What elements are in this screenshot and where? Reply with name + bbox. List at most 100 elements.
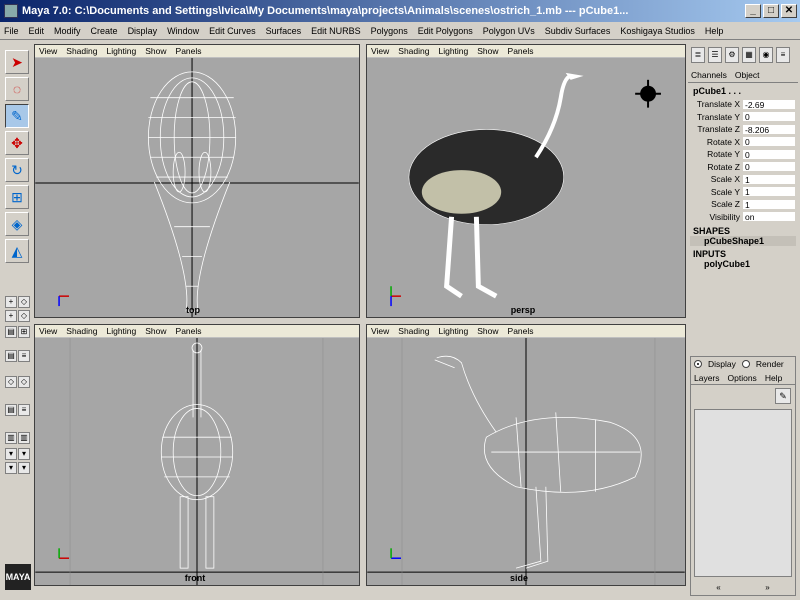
selected-object-name[interactable]: pCube1 . . .	[690, 86, 796, 98]
render-icon[interactable]: ◉	[759, 47, 773, 63]
layout-icon-k[interactable]: ▥	[5, 432, 17, 444]
front-view-canvas[interactable]	[35, 338, 359, 585]
layer-editor-icon[interactable]: ▦	[742, 47, 756, 63]
layout-icon-n[interactable]: ▾	[18, 448, 30, 460]
vp-menu-lighting[interactable]: Lighting	[106, 46, 136, 56]
vp-menu-view[interactable]: View	[371, 326, 389, 336]
layout-icon-i[interactable]: ▤	[5, 404, 17, 416]
attr-value[interactable]: -2.69	[742, 98, 796, 110]
close-button[interactable]: ✕	[781, 4, 797, 18]
layout-icon-j[interactable]: ≡	[18, 404, 30, 416]
select-tool-icon[interactable]: ➤	[5, 50, 29, 74]
attr-row[interactable]: Rotate X0	[690, 136, 796, 149]
attr-row[interactable]: Translate Z -8.206	[690, 123, 796, 136]
vp-menu-show[interactable]: Show	[477, 326, 498, 336]
attr-row[interactable]: Translate Y0	[690, 111, 796, 124]
lasso-tool-icon[interactable]: ◌	[5, 77, 29, 101]
attr-value[interactable]: 1	[742, 198, 796, 210]
side-view-canvas[interactable]	[367, 338, 685, 585]
vp-menu-shading[interactable]: Shading	[66, 46, 97, 56]
vp-menu-lighting[interactable]: Lighting	[438, 46, 468, 56]
shape-node[interactable]: pCubeShape1	[690, 236, 796, 246]
menu-subdiv-surfaces[interactable]: Subdiv Surfaces	[545, 26, 611, 36]
menu-edit-polygons[interactable]: Edit Polygons	[418, 26, 473, 36]
vp-menu-view[interactable]: View	[39, 46, 57, 56]
new-layer-icon[interactable]: ✎	[775, 388, 791, 404]
attr-value[interactable]: 1	[742, 173, 796, 185]
menu-file[interactable]: File	[4, 26, 19, 36]
menu-polygons[interactable]: Polygons	[371, 26, 408, 36]
vp-menu-lighting[interactable]: Lighting	[438, 326, 468, 336]
attr-value[interactable]: -8.206	[742, 123, 796, 135]
scroll-right-button[interactable]: »	[765, 583, 769, 593]
attr-row[interactable]: Scale Y1	[690, 186, 796, 199]
menu-display[interactable]: Display	[128, 26, 158, 36]
paint-select-tool-icon[interactable]: ✎	[5, 104, 29, 128]
rotate-tool-icon[interactable]: ↻	[5, 158, 29, 182]
viewport-top[interactable]: View Shading Lighting Show Panels top	[34, 44, 360, 318]
maximize-button[interactable]: □	[763, 4, 779, 18]
vp-menu-panels[interactable]: Panels	[176, 46, 202, 56]
tab-object[interactable]: Object	[735, 70, 760, 82]
attr-value[interactable]: 1	[742, 186, 796, 198]
tool-settings-icon[interactable]: ⚙	[725, 47, 739, 63]
menu-window[interactable]: Window	[167, 26, 199, 36]
attr-row[interactable]: Scale Z1	[690, 198, 796, 211]
settings-icon[interactable]: ≡	[776, 47, 790, 63]
menu-help[interactable]: Help	[705, 26, 724, 36]
menu-polygon-uvs[interactable]: Polygon UVs	[483, 26, 535, 36]
attr-row[interactable]: Visibility on	[690, 211, 796, 224]
single-pane-icon[interactable]: +	[5, 296, 17, 308]
scale-tool-icon[interactable]: ⊞	[5, 185, 29, 209]
attr-value[interactable]: 0	[742, 136, 796, 148]
vp-menu-show[interactable]: Show	[145, 46, 166, 56]
layout-icon-h[interactable]: ◇	[18, 376, 30, 388]
attr-value[interactable]: 0	[742, 111, 796, 123]
vp-menu-shading[interactable]: Shading	[398, 46, 429, 56]
vp-menu-panels[interactable]: Panels	[176, 326, 202, 336]
attr-value[interactable]: on	[742, 211, 796, 223]
universal-manip-icon[interactable]: ◈	[5, 212, 29, 236]
layout-icon-a[interactable]: +	[5, 310, 17, 322]
vp-menu-show[interactable]: Show	[145, 326, 166, 336]
vp-menu-shading[interactable]: Shading	[398, 326, 429, 336]
attribute-editor-icon[interactable]: ☰	[708, 47, 722, 63]
menu-surfaces[interactable]: Surfaces	[266, 26, 302, 36]
layout-icon-f[interactable]: ≡	[18, 350, 30, 362]
attr-value[interactable]: 0	[742, 161, 796, 173]
vp-menu-shading[interactable]: Shading	[66, 326, 97, 336]
render-radio[interactable]	[741, 360, 750, 368]
viewport-persp[interactable]: View Shading Lighting Show Panels persp	[366, 44, 686, 318]
menu-modify[interactable]: Modify	[54, 26, 81, 36]
layout-icon-d[interactable]: ⊞	[18, 326, 30, 338]
vp-menu-show[interactable]: Show	[477, 46, 498, 56]
display-radio[interactable]	[694, 360, 702, 368]
attr-row[interactable]: Rotate Z0	[690, 161, 796, 174]
vp-menu-panels[interactable]: Panels	[508, 46, 534, 56]
attr-value[interactable]: 0	[742, 148, 796, 160]
menu-edit[interactable]: Edit	[29, 26, 45, 36]
layout-icon-m[interactable]: ▾	[5, 448, 17, 460]
vp-menu-lighting[interactable]: Lighting	[106, 326, 136, 336]
top-view-canvas[interactable]	[35, 58, 359, 317]
menu-koshigaya-studios[interactable]: Koshigaya Studios	[620, 26, 695, 36]
viewport-front[interactable]: View Shading Lighting Show Panels front	[34, 324, 360, 586]
layer-menu-layers[interactable]: Layers	[694, 373, 720, 383]
four-pane-icon[interactable]: ◇	[18, 296, 30, 308]
move-tool-icon[interactable]: ✥	[5, 131, 29, 155]
layout-icon-b[interactable]: ◇	[18, 310, 30, 322]
attr-row[interactable]: Translate X -2.69	[690, 98, 796, 111]
layout-icon-o[interactable]: ▾	[5, 462, 17, 474]
layout-icon-e[interactable]: ▤	[5, 350, 17, 362]
layer-list[interactable]	[694, 409, 792, 577]
soft-mod-icon[interactable]: ◭	[5, 239, 29, 263]
layout-icon-c[interactable]: ▤	[5, 326, 17, 338]
tab-channels[interactable]: Channels	[691, 70, 727, 82]
layer-menu-help[interactable]: Help	[765, 373, 782, 383]
vp-menu-view[interactable]: View	[39, 326, 57, 336]
minimize-button[interactable]: _	[745, 4, 761, 18]
layer-menu-options[interactable]: Options	[728, 373, 757, 383]
menu-edit-curves[interactable]: Edit Curves	[209, 26, 256, 36]
layout-icon-p[interactable]: ▾	[18, 462, 30, 474]
menu-edit-nurbs[interactable]: Edit NURBS	[311, 26, 361, 36]
